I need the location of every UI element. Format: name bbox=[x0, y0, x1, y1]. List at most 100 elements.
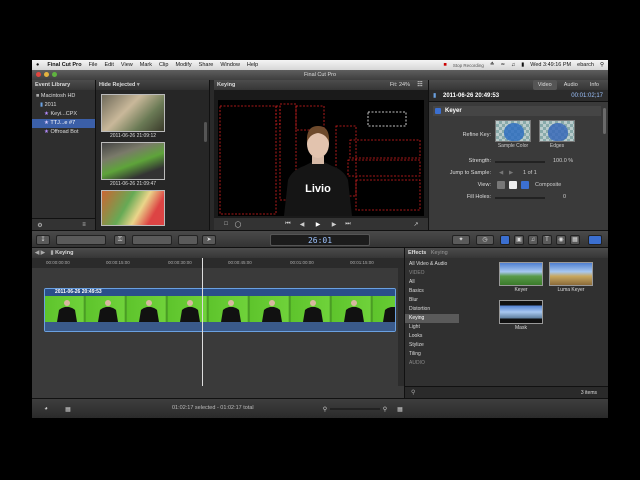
close-window-button[interactable] bbox=[36, 72, 41, 77]
strength-slider[interactable] bbox=[495, 161, 545, 163]
spotlight-icon[interactable]: ⚲ bbox=[600, 62, 604, 68]
edit-buttons[interactable] bbox=[132, 235, 172, 245]
effects-category[interactable]: Looks bbox=[405, 332, 459, 341]
enhance-icon[interactable]: ✦ bbox=[452, 235, 470, 245]
apple-menu-icon[interactable]: ● bbox=[36, 62, 39, 68]
battery-icon[interactable]: ▮ bbox=[521, 62, 524, 68]
video-frame[interactable]: Livio bbox=[218, 100, 424, 216]
zoom-in-icon[interactable]: ⚲ bbox=[382, 404, 388, 414]
tab-audio[interactable]: Audio bbox=[559, 80, 583, 90]
import-icon[interactable]: ↧ bbox=[36, 235, 50, 245]
music-browser-icon[interactable]: ♫ bbox=[528, 235, 538, 245]
tab-info[interactable]: Info bbox=[585, 80, 604, 90]
timeline-clip[interactable]: 2011-06-26 20:49:53 bbox=[44, 288, 396, 332]
view-mode-value[interactable]: Composite bbox=[535, 182, 561, 188]
timecode-display[interactable]: 26:01 bbox=[270, 234, 370, 246]
library-item-selected-event[interactable]: ★ TTJ...e #7 bbox=[32, 119, 95, 128]
retime-icon[interactable]: ◷ bbox=[476, 235, 494, 245]
zoom-window-button[interactable] bbox=[52, 72, 57, 77]
effect-enable-checkbox[interactable] bbox=[435, 108, 441, 114]
menu-user[interactable]: ebarch bbox=[577, 62, 594, 68]
effects-category[interactable]: Tiling bbox=[405, 350, 459, 359]
stop-recording-icon[interactable]: ■ bbox=[444, 62, 447, 68]
effects-category[interactable]: Basics bbox=[405, 287, 459, 296]
view-matte-icon[interactable] bbox=[509, 181, 517, 189]
menu-window[interactable]: Window bbox=[220, 62, 240, 68]
clip-appearance-icon[interactable]: ▦ bbox=[396, 404, 404, 414]
fullscreen-icon[interactable]: ↗ bbox=[412, 220, 420, 228]
search-icon[interactable]: ⚲ bbox=[411, 389, 415, 396]
crop-icon[interactable]: □ bbox=[222, 220, 230, 228]
clip-thumbnail[interactable] bbox=[101, 142, 165, 180]
clip-thumbnail[interactable] bbox=[101, 190, 165, 226]
effect-thumbnail[interactable] bbox=[499, 262, 543, 286]
effects-category[interactable]: Light bbox=[405, 323, 459, 332]
menu-share[interactable]: Share bbox=[199, 62, 214, 68]
background-tasks-icon[interactable]: ◕ bbox=[40, 404, 52, 414]
menu-mark[interactable]: Mark bbox=[140, 62, 152, 68]
library-item-year[interactable]: ▮ 2011 bbox=[32, 101, 95, 110]
playhead[interactable] bbox=[202, 258, 203, 386]
effects-browser-icon[interactable] bbox=[588, 235, 602, 245]
list-view-icon[interactable]: ≡ bbox=[80, 221, 88, 229]
transform-icon[interactable]: ◯ bbox=[234, 220, 242, 228]
bluetooth-icon[interactable]: ≛ bbox=[490, 62, 495, 68]
menu-modify[interactable]: Modify bbox=[175, 62, 191, 68]
chevron-down-icon[interactable]: ▾ bbox=[137, 82, 140, 88]
edges-well[interactable] bbox=[539, 120, 575, 142]
go-to-end-icon[interactable]: ⏭ bbox=[344, 220, 352, 228]
zoom-level[interactable]: 24% bbox=[399, 82, 410, 88]
previous-frame-icon[interactable]: ◀ bbox=[298, 220, 306, 228]
menu-clock[interactable]: Wed 3:49:16 PM bbox=[530, 62, 571, 68]
effects-category-selected[interactable]: Keying bbox=[405, 314, 459, 323]
generators-browser-icon[interactable]: ◉ bbox=[556, 235, 566, 245]
library-item-keying-event[interactable]: ★ Keyi...CPX bbox=[32, 110, 95, 119]
go-to-start-icon[interactable]: ⏮ bbox=[284, 220, 292, 228]
key-icon[interactable]: ⚿ bbox=[114, 235, 126, 245]
fill-holes-slider[interactable] bbox=[495, 197, 545, 199]
photo-browser-icon[interactable]: ▣ bbox=[514, 235, 524, 245]
fill-holes-value[interactable]: 0 bbox=[563, 194, 566, 200]
zoom-slider[interactable] bbox=[330, 408, 380, 410]
minimize-window-button[interactable] bbox=[44, 72, 49, 77]
timeline-forward-icon[interactable]: ▶ bbox=[41, 250, 45, 256]
library-item-macintosh-hd[interactable]: ■ Macintosh HD bbox=[32, 92, 95, 101]
blade-tool-icon[interactable] bbox=[178, 235, 198, 245]
play-icon[interactable]: ▶ bbox=[314, 220, 322, 228]
record-voiceover-button[interactable] bbox=[56, 235, 106, 245]
timeline-ruler[interactable]: 00:00:00:00 00:00:15:00 00:00:30:00 00:0… bbox=[32, 258, 404, 268]
timeline-back-icon[interactable]: ◀ bbox=[35, 250, 39, 256]
zoom-out-icon[interactable]: ⚲ bbox=[322, 404, 328, 414]
dashboard-icon[interactable]: ▦ bbox=[62, 404, 74, 414]
volume-icon[interactable]: ♫ bbox=[511, 62, 515, 68]
gear-icon[interactable]: ⚙ bbox=[36, 221, 44, 229]
effect-thumbnail[interactable] bbox=[499, 300, 543, 324]
effects-category[interactable]: Stylize bbox=[405, 341, 459, 350]
next-sample-icon[interactable]: ▶ bbox=[509, 170, 513, 176]
wifi-icon[interactable]: ≃ bbox=[501, 62, 506, 68]
view-composite-icon[interactable] bbox=[497, 181, 505, 189]
previous-sample-icon[interactable]: ◀ bbox=[499, 170, 503, 176]
stop-recording-label[interactable]: Stop Recording bbox=[453, 63, 484, 68]
effects-category[interactable]: All bbox=[405, 278, 459, 287]
effects-category[interactable]: Blur bbox=[405, 296, 459, 305]
effects-category[interactable]: Distortion bbox=[405, 305, 459, 314]
select-tool-icon[interactable]: ➤ bbox=[202, 235, 216, 245]
effects-category[interactable]: All Video & Audio bbox=[405, 260, 459, 269]
app-menu[interactable]: Final Cut Pro bbox=[47, 62, 81, 68]
clip-thumbnail[interactable] bbox=[101, 94, 165, 132]
menu-edit[interactable]: Edit bbox=[104, 62, 113, 68]
menu-view[interactable]: View bbox=[121, 62, 133, 68]
inspector-toggle-icon[interactable] bbox=[500, 235, 510, 245]
menu-help[interactable]: Help bbox=[247, 62, 258, 68]
strength-value[interactable]: 100.0 % bbox=[553, 158, 573, 164]
library-item-offroad-bot[interactable]: ★ Offroad Bot bbox=[32, 128, 95, 137]
menu-clip[interactable]: Clip bbox=[159, 62, 168, 68]
sample-color-well[interactable] bbox=[495, 120, 531, 142]
themes-browser-icon[interactable]: ▦ bbox=[570, 235, 580, 245]
effect-thumbnail[interactable] bbox=[549, 262, 593, 286]
titles-browser-icon[interactable]: T bbox=[542, 235, 552, 245]
hide-rejected-filter[interactable]: Hide Rejected bbox=[99, 82, 135, 88]
next-frame-icon[interactable]: ▶ bbox=[330, 220, 338, 228]
browser-scrollbar[interactable] bbox=[204, 122, 207, 142]
